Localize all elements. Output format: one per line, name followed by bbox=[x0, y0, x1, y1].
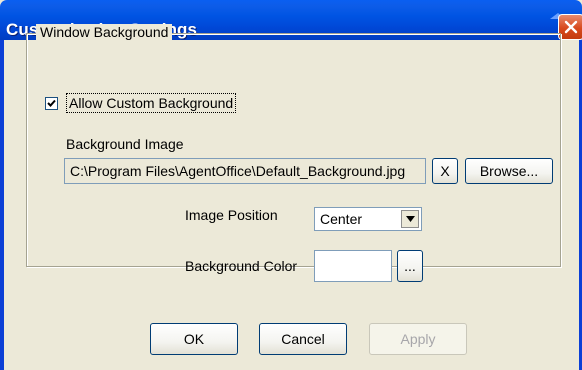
color-picker-button[interactable]: ... bbox=[397, 250, 423, 282]
ok-button[interactable]: OK bbox=[150, 323, 238, 355]
image-position-value: Center bbox=[320, 211, 363, 227]
cancel-button[interactable]: Cancel bbox=[259, 323, 347, 355]
close-button[interactable] bbox=[558, 14, 582, 40]
apply-button[interactable]: Apply bbox=[369, 323, 467, 355]
image-position-label: Image Position bbox=[185, 207, 278, 223]
image-position-select[interactable]: Center bbox=[314, 207, 422, 231]
background-color-swatch[interactable] bbox=[314, 250, 392, 282]
checkmark-icon bbox=[47, 99, 56, 107]
chevron-down-icon bbox=[406, 216, 415, 222]
group-legend: Window Background bbox=[36, 24, 173, 40]
background-color-label: Background Color bbox=[185, 258, 298, 274]
allow-custom-background-label[interactable]: Allow Custom Background bbox=[66, 93, 237, 113]
dropdown-button[interactable] bbox=[401, 210, 419, 228]
browse-button[interactable]: Browse... bbox=[465, 158, 553, 184]
background-image-path-field[interactable]: C:\Program Files\AgentOffice\Default_Bac… bbox=[64, 158, 426, 184]
background-image-label: Background Image bbox=[66, 136, 184, 152]
close-icon bbox=[564, 20, 578, 34]
clear-image-button[interactable]: X bbox=[432, 158, 458, 184]
allow-custom-background-checkbox[interactable] bbox=[45, 97, 58, 110]
